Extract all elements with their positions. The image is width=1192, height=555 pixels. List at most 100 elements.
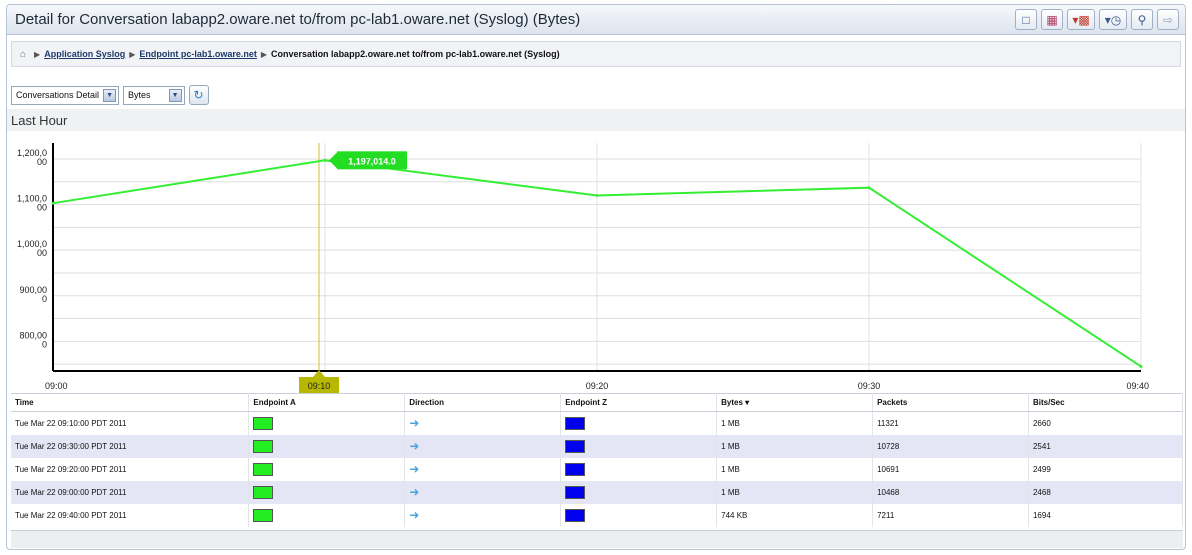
time-cell: Tue Mar 22 09:00:00 PDT 2011 bbox=[11, 480, 250, 504]
endpoint-a-swatch bbox=[253, 416, 274, 430]
bytes-chart: 1,200,0 00 1,100,0 00 1,000,0 00 900,00 0 800,00… bbox=[7, 131, 1185, 393]
endpoint-a-cell bbox=[248, 411, 406, 435]
table-row[interactable]: Tue Mar 22 09:20:00 PDT 2011 ➜ 1 MB 10691 24… bbox=[11, 457, 1184, 481]
direction-cell: ➜ bbox=[404, 457, 562, 481]
bytes-cell: 1 MB bbox=[716, 434, 874, 458]
endpoint-z-swatch bbox=[565, 416, 586, 430]
right-arrow-icon: ➜ bbox=[409, 508, 420, 522]
direction-cell: ➜ bbox=[404, 411, 562, 435]
endpoint-a-swatch bbox=[253, 439, 274, 453]
y-tick-label: 800,00 0 bbox=[19, 330, 47, 349]
column-header[interactable]: Packets bbox=[872, 393, 1029, 412]
time-cell: Tue Mar 22 09:10:00 PDT 2011 bbox=[11, 411, 250, 435]
right-arrow-icon: ➜ bbox=[409, 416, 420, 431]
column-header[interactable]: Bytes ▾ bbox=[716, 393, 874, 412]
data-point bbox=[51, 201, 55, 205]
bytes-cell: 744 KB bbox=[716, 503, 874, 527]
chevron-down-icon[interactable]: ▼ bbox=[168, 88, 182, 102]
x-tick-label: 09:00 bbox=[45, 381, 68, 391]
data-point bbox=[595, 193, 599, 197]
y-tick-label: 900,00 0 bbox=[19, 285, 47, 304]
bits-per-sec-cell: 2541 bbox=[1028, 434, 1184, 458]
endpoint-a-swatch bbox=[253, 462, 274, 476]
home-icon[interactable]: ⌂ bbox=[20, 49, 26, 60]
table-header-row: Time Endpoint A Direction Endpoint Z Bytes ▾… bbox=[11, 393, 1184, 412]
x-tick-label: 09:20 bbox=[586, 381, 609, 391]
endpoint-a-swatch bbox=[253, 485, 274, 499]
column-header[interactable]: Direction bbox=[404, 393, 562, 412]
endpoint-z-cell bbox=[560, 411, 718, 435]
bytes-cell: 1 MB bbox=[716, 411, 874, 435]
table-row[interactable]: Tue Mar 22 09:30:00 PDT 2011 ➜ 1 MB 10728 25… bbox=[11, 434, 1184, 458]
table-row[interactable]: Tue Mar 22 09:00:00 PDT 2011 ➜ 1 MB 10468 24… bbox=[11, 480, 1184, 504]
breadcrumb-application-syslog[interactable]: Application Syslog bbox=[44, 49, 125, 59]
column-header[interactable]: Time bbox=[11, 393, 250, 412]
chevron-right-icon: ▶ bbox=[260, 49, 268, 59]
endpoint-a-swatch bbox=[253, 508, 274, 522]
toolbar: □ ▦ ▾▩ ▾◷ ⚲ ⇨ bbox=[1015, 9, 1179, 30]
x-tick-label: 09:10 bbox=[308, 381, 331, 391]
chart-type-icon[interactable]: ▾▩ bbox=[1067, 9, 1095, 30]
packets-cell: 10468 bbox=[872, 480, 1029, 504]
conversation-table: Time Endpoint A Direction Endpoint Z Bytes ▾… bbox=[11, 393, 1184, 527]
endpoint-z-swatch bbox=[565, 508, 586, 522]
direction-cell: ➜ bbox=[404, 480, 562, 504]
y-tick-label: 1,100,0 00 bbox=[17, 194, 47, 213]
bits-per-sec-cell: 2660 bbox=[1028, 411, 1184, 435]
breadcrumb-endpoint[interactable]: Endpoint pc-lab1.oware.net bbox=[139, 49, 257, 59]
bits-per-sec-cell: 1694 bbox=[1028, 503, 1184, 527]
endpoint-z-cell bbox=[560, 457, 718, 481]
breadcrumb: ⌂ ▶ Application Syslog ▶ Endpoint pc-lab… bbox=[11, 41, 1181, 67]
right-arrow-icon: ➜ bbox=[409, 462, 420, 476]
metric-select[interactable]: Bytes ▼ bbox=[123, 85, 185, 105]
endpoint-z-swatch bbox=[565, 462, 586, 476]
table-row[interactable]: Tue Mar 22 09:10:00 PDT 2011 ➜ 1 MB 11321 26… bbox=[11, 411, 1184, 435]
time-cell: Tue Mar 22 09:30:00 PDT 2011 bbox=[11, 434, 250, 458]
direction-cell: ➜ bbox=[404, 503, 562, 527]
metric-select-value: Bytes bbox=[128, 90, 151, 100]
table-footer bbox=[11, 530, 1183, 548]
data-point bbox=[867, 186, 871, 190]
chevron-right-icon: ▶ bbox=[129, 49, 136, 59]
window-title: Detail for Conversation labapp2.oware.ne… bbox=[15, 11, 581, 28]
export-icon[interactable]: ⇨ bbox=[1157, 9, 1179, 30]
endpoint-a-cell bbox=[248, 480, 406, 504]
main-window: Detail for Conversation labapp2.oware.ne… bbox=[6, 4, 1186, 550]
document-icon[interactable]: □ bbox=[1015, 9, 1037, 30]
packets-cell: 11321 bbox=[872, 411, 1029, 435]
packets-cell: 10728 bbox=[872, 434, 1029, 458]
endpoint-a-cell bbox=[248, 503, 406, 527]
bytes-cell: 1 MB bbox=[716, 457, 874, 481]
column-header[interactable]: Bits/Sec bbox=[1028, 393, 1184, 412]
title-bar: Detail for Conversation labapp2.oware.ne… bbox=[7, 5, 1185, 35]
time-range-label: Last Hour bbox=[7, 109, 1185, 131]
time-cell: Tue Mar 22 09:20:00 PDT 2011 bbox=[11, 457, 250, 481]
y-tick-label: 1,000,0 00 bbox=[17, 239, 47, 258]
view-select[interactable]: Conversations Detail ▼ bbox=[11, 85, 120, 105]
bits-per-sec-cell: 2499 bbox=[1028, 457, 1184, 481]
column-header[interactable]: Endpoint Z bbox=[560, 393, 718, 412]
time-cell: Tue Mar 22 09:40:00 PDT 2011 bbox=[11, 503, 250, 527]
data-point bbox=[1139, 364, 1143, 368]
tooltip-value: 1,197,014.0 bbox=[348, 156, 396, 166]
breadcrumb-current: Conversation labapp2.oware.net to/from p… bbox=[271, 49, 560, 59]
x-tick-label: 09:40 bbox=[1126, 381, 1149, 391]
endpoint-z-swatch bbox=[565, 439, 586, 453]
packets-cell: 10691 bbox=[872, 457, 1029, 481]
endpoint-z-swatch bbox=[565, 485, 586, 499]
search-icon[interactable]: ⚲ bbox=[1131, 9, 1153, 30]
direction-cell: ➜ bbox=[404, 434, 562, 458]
refresh-icon[interactable]: ↻ bbox=[188, 85, 209, 105]
packets-cell: 7211 bbox=[872, 503, 1029, 527]
table-row[interactable]: Tue Mar 22 09:40:00 PDT 2011 ➜ 744 KB 7211 1… bbox=[11, 503, 1184, 527]
right-arrow-icon: ➜ bbox=[409, 485, 420, 499]
x-tick-label: 09:30 bbox=[858, 381, 881, 391]
view-select-value: Conversations Detail bbox=[16, 90, 100, 100]
endpoint-a-cell bbox=[248, 457, 406, 481]
y-tick-label: 1,200,0 00 bbox=[17, 148, 47, 167]
save-icon[interactable]: ▦ bbox=[1041, 9, 1063, 30]
history-icon[interactable]: ▾◷ bbox=[1099, 9, 1127, 30]
endpoint-z-cell bbox=[560, 503, 718, 527]
column-header[interactable]: Endpoint A bbox=[248, 393, 406, 412]
chevron-down-icon[interactable]: ▼ bbox=[103, 88, 117, 102]
